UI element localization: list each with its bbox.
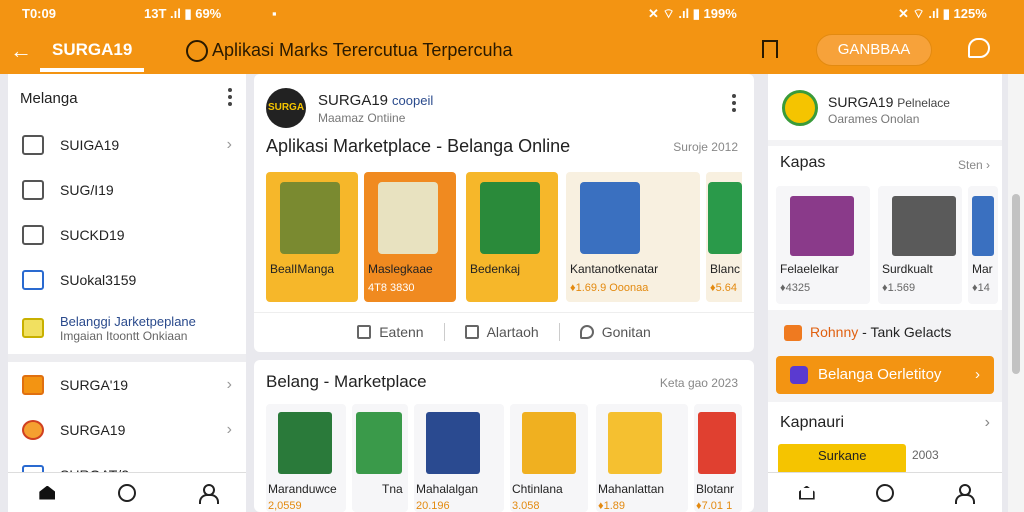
action-button-1[interactable]: Eatenn xyxy=(357,324,424,340)
marketplace-card: Belang - Marketplace Keta gao 2023 Maran… xyxy=(254,360,754,512)
chevron-right-icon: › xyxy=(975,366,980,383)
circle-icon[interactable] xyxy=(117,483,136,502)
orange-app-icon xyxy=(22,374,44,395)
share-icon xyxy=(357,324,372,339)
action-button-2[interactable]: Alartaoh xyxy=(464,324,539,340)
home-icon[interactable] xyxy=(39,485,56,500)
comment-icon xyxy=(579,324,594,339)
sidebar-item-6[interactable]: SURGA'19 › xyxy=(8,362,246,407)
grid-item[interactable]: Tna xyxy=(352,404,408,512)
product-tile[interactable]: Maslegkaae 4T8 3830 xyxy=(364,172,456,302)
store-subtitle: Maamaz Ontiine xyxy=(318,111,406,125)
more-options-icon[interactable] xyxy=(732,94,736,115)
store-name[interactable]: SURGA19 coopeil xyxy=(318,92,433,109)
store-avatar[interactable]: SURGA xyxy=(266,88,306,128)
chevron-right-icon: › xyxy=(226,420,232,438)
products-section: Kapas Sten › Felaelelkar ♦4325 Surdkualt ♦… xyxy=(768,146,1002,310)
home-icon[interactable] xyxy=(798,485,815,500)
sidebar-item-4[interactable]: SUokal3159 xyxy=(8,257,246,302)
pin-icon xyxy=(464,324,479,339)
product-carousel[interactable]: BealIManga Maslegkaae 4T8 3830 Bedenkaj … xyxy=(266,172,742,304)
promo-line[interactable]: Rohnny - Tank Gelacts xyxy=(784,324,951,342)
top-bar: T0:09 13T .ıl ▮ 69% ▪ ✕ ⌔ .ıl ▮ 199% ✕ ⌔… xyxy=(0,0,1024,74)
product-image xyxy=(580,182,640,254)
section-title: Kapas xyxy=(780,154,826,171)
product-tile[interactable]: BealIManga xyxy=(266,172,358,302)
grid-item[interactable]: Chtinlana 3.058 xyxy=(510,404,588,512)
profile-icon[interactable] xyxy=(198,483,219,504)
sidebar-item-1[interactable]: SUIGA19 › xyxy=(8,122,246,167)
sidebar-item-7[interactable]: SURGA19 › xyxy=(8,407,246,452)
active-tab-indicator xyxy=(40,68,144,72)
chevron-right-icon[interactable]: › xyxy=(985,414,990,432)
shop-icon xyxy=(22,318,44,338)
post-actions: Eatenn Alartaoh Gonitan xyxy=(254,312,754,350)
grid-item[interactable]: Blotanr ♦7.01 1 xyxy=(694,404,742,512)
product-tile[interactable]: Kantanotkenatar ♦1.69.9 Ooonaa xyxy=(566,172,700,302)
chevron-right-icon: › xyxy=(226,135,232,153)
scrollbar[interactable] xyxy=(1008,74,1024,512)
main-feed: SURGA SURGA19 coopeil Maamaz Ontiine Apli… xyxy=(254,74,754,512)
profile-icon[interactable] xyxy=(955,483,976,504)
cta-icon xyxy=(790,366,808,384)
app-icon xyxy=(22,269,44,290)
primary-pill-button[interactable]: GANBBAA xyxy=(816,34,932,66)
sidebar-header: Melanga xyxy=(8,74,246,122)
product-tile[interactable]: Surdkualt ♦1.569 xyxy=(878,186,962,304)
status-notification-icon: ▪ xyxy=(272,6,277,21)
grid-item[interactable]: Mahanlattan ♦1.89 xyxy=(596,404,688,512)
brand-tab[interactable]: SURGA19 xyxy=(52,40,132,60)
product-tile[interactable]: Blanc ♦5.64 xyxy=(706,172,742,302)
bottom-nav-left xyxy=(8,472,246,512)
bottom-nav-right xyxy=(768,472,1002,512)
section-title: Belang - Marketplace xyxy=(266,372,427,391)
status-icons-left: 13T .ıl ▮ 69% xyxy=(144,6,222,21)
section-title: Kapnauri xyxy=(780,414,845,431)
back-arrow-icon[interactable]: ← xyxy=(10,38,32,64)
scroll-thumb[interactable] xyxy=(1012,194,1020,374)
left-sidebar: Melanga SUIGA19 › SUG/I19 SUCKD19 SUokal… xyxy=(8,74,246,512)
grid-icon xyxy=(22,134,44,155)
store-avatar xyxy=(782,90,818,126)
chevron-right-icon: › xyxy=(226,375,232,393)
sidebar-item-3[interactable]: SUCKD19 xyxy=(8,212,246,257)
product-tile[interactable]: Mar ♦14 xyxy=(968,186,998,304)
product-tile[interactable]: Bedenkaj xyxy=(466,172,558,302)
promo-badge-icon xyxy=(784,325,802,342)
right-sidebar: SURGA19 Pelnelace Oarames Onolan Kapas S… xyxy=(768,74,1002,512)
post-date: Suroje 2012 xyxy=(673,140,738,154)
section-date: Keta gao 2023 xyxy=(659,376,738,390)
lock-icon xyxy=(22,224,44,245)
post-headline: Aplikasi Marketplace - Belanga Online xyxy=(266,136,571,156)
divider xyxy=(8,354,246,362)
product-image xyxy=(708,182,742,254)
see-all-link[interactable]: Sten › xyxy=(958,158,990,172)
product-image xyxy=(480,182,540,254)
product-image xyxy=(378,182,438,254)
more-options-icon[interactable] xyxy=(228,88,232,109)
grid-item[interactable]: Mahalalgan 20.196 xyxy=(414,404,504,512)
chat-icon[interactable] xyxy=(968,38,990,58)
circle-icon[interactable] xyxy=(875,483,894,502)
grid-item[interactable]: Maranduwce 2,0559 xyxy=(266,404,346,512)
product-tile[interactable]: Felaelelkar ♦4325 xyxy=(776,186,870,304)
product-grid[interactable]: Maranduwce 2,0559 Tna Mahalalgan 20.196 Ch… xyxy=(266,404,742,512)
status-icons-center: ✕ ⌔ .ıl ▮ 199% xyxy=(648,6,737,21)
section2-item[interactable]: Surkane xyxy=(778,444,906,474)
badge-icon xyxy=(22,419,44,440)
status-time: T0:09 xyxy=(22,6,56,21)
bookmark-icon[interactable] xyxy=(762,40,778,58)
status-icons-right: ✕ ⌔ .ıl ▮ 125% xyxy=(898,6,987,21)
sidebar-item-2[interactable]: SUG/I19 xyxy=(8,167,246,212)
app-logo-icon xyxy=(186,40,208,63)
store-card[interactable]: SURGA19 Pelnelace Oarames Onolan xyxy=(768,74,1002,140)
cta-button[interactable]: Belanga Oerletitoy › xyxy=(776,356,994,394)
post-card: SURGA SURGA19 coopeil Maamaz Ontiine Apli… xyxy=(254,74,754,352)
sidebar-item-5[interactable]: Belanggi Jarketpeplane Imgaian Itoontt O… xyxy=(8,302,246,354)
action-button-3[interactable]: Gonitan xyxy=(579,324,651,340)
product-image xyxy=(280,182,340,254)
bag-icon xyxy=(22,179,44,200)
page-title: Aplikasi Marks Terercutua Terpercuha xyxy=(186,40,512,63)
